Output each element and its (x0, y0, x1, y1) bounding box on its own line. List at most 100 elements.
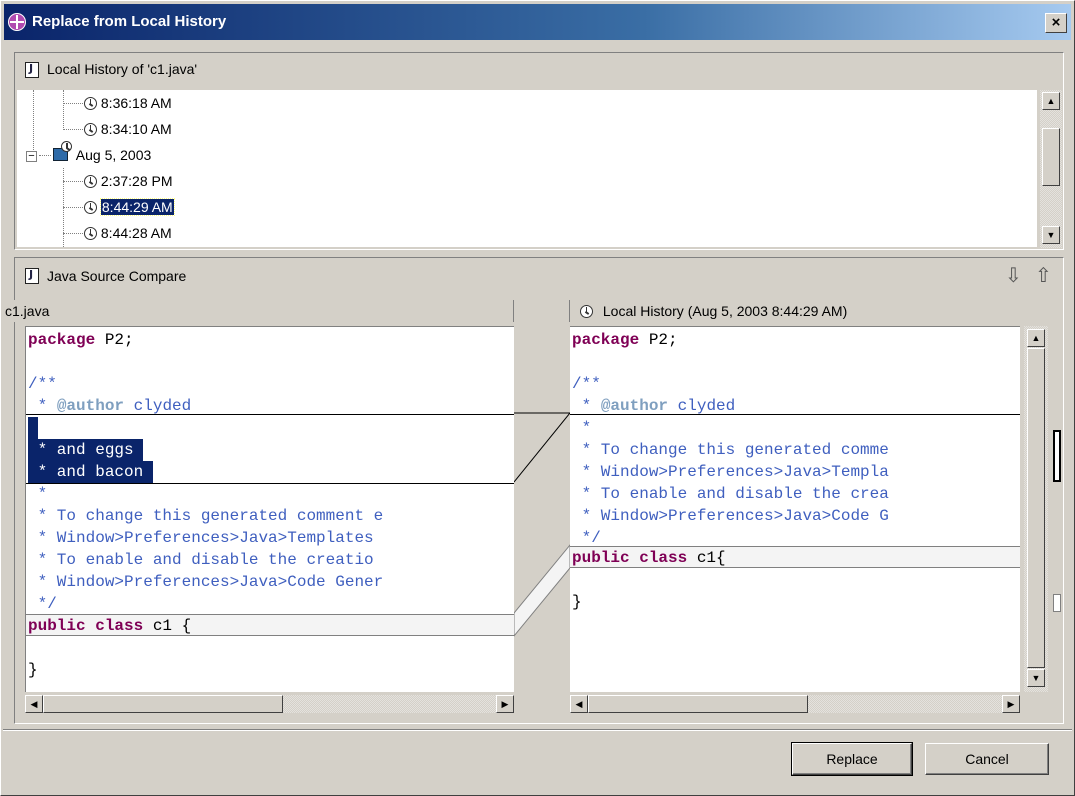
change-boundary (26, 414, 514, 415)
replace-button[interactable]: Replace (791, 742, 913, 776)
clock-icon (84, 97, 97, 110)
left-pane-title: c1.java (3, 300, 514, 322)
history-tree[interactable]: 8:36:18 AM 8:34:10 AM − Aug 5, 2003 2:37… (17, 90, 1037, 247)
scroll-up-button[interactable]: ▲ (1042, 92, 1060, 110)
compare-header: Java Source Compare ⇩ ⇧ (15, 259, 1063, 293)
code-line: * (28, 485, 48, 503)
next-difference-icon[interactable]: ⇩ (1005, 263, 1022, 288)
left-horizontal-scrollbar[interactable]: ◀ ▶ (25, 695, 514, 713)
clock-icon (84, 227, 97, 240)
keyword: package (572, 331, 640, 349)
right-code-pane[interactable]: package P2; /** * @author clyded * * To … (570, 326, 1020, 692)
compare-header-label: Java Source Compare (47, 268, 187, 284)
clock-icon (60, 141, 72, 152)
close-button[interactable]: × (1045, 13, 1067, 33)
tree-guide (63, 233, 83, 234)
dialog-window: Replace from Local History × Local Histo… (0, 0, 1075, 796)
scroll-thumb[interactable] (1027, 348, 1045, 668)
tree-guide (63, 129, 83, 130)
title-bar[interactable]: Replace from Local History × (4, 4, 1071, 40)
code-line: * To change this generated comment e (28, 507, 384, 525)
code-line: * To enable and disable the creatio (28, 551, 374, 569)
clock-icon (84, 201, 97, 214)
javadoc-tag: @author (56, 397, 125, 415)
code-text: P2; (95, 331, 134, 349)
keyword: package (28, 331, 96, 349)
code-line-changed: * and bacon (28, 461, 153, 483)
change-marker[interactable] (1053, 430, 1061, 482)
code-line: * To change this generated comme (572, 441, 889, 459)
code-line: * Window>Preferences>Java>Code Gener (28, 573, 384, 591)
code-line: package P2; (28, 329, 134, 351)
history-header-label: Local History of 'c1.java' (47, 61, 198, 77)
clock-icon (84, 175, 97, 188)
tree-guide (63, 181, 83, 182)
code-text: clyded (668, 397, 736, 415)
right-pane-title: Local History (Aug 5, 2003 8:44:29 AM) (602, 303, 848, 319)
right-horizontal-scrollbar[interactable]: ◀ ▶ (570, 695, 1020, 713)
code-line: */ (28, 595, 57, 613)
clock-icon (84, 123, 97, 136)
change-marker[interactable] (1053, 594, 1061, 612)
scroll-right-button[interactable]: ▶ (1002, 695, 1020, 713)
scroll-thumb[interactable] (588, 695, 808, 713)
left-code-pane[interactable]: package P2; /** * @author clyded * and e… (25, 326, 514, 692)
tree-guide (33, 90, 34, 150)
history-scrollbar[interactable]: ▲ ▼ (1040, 90, 1062, 248)
overview-ruler (1051, 326, 1063, 692)
code-text: * and eggs (28, 441, 144, 459)
history-item[interactable]: 2:37:28 PM (84, 168, 173, 194)
scroll-right-button[interactable]: ▶ (496, 695, 514, 713)
calendar-icon (52, 141, 72, 161)
separator (3, 729, 1072, 731)
history-item[interactable]: 8:44:28 AM (84, 220, 172, 246)
code-line-changed: * and eggs (28, 439, 144, 461)
clock-icon (580, 305, 593, 318)
scroll-left-button[interactable]: ◀ (570, 695, 588, 713)
history-item-selected[interactable]: 8:44:29 AM (84, 194, 175, 220)
history-item-label: Aug 5, 2003 (75, 147, 152, 163)
code-line: * Window>Preferences>Java>Templa (572, 463, 889, 481)
history-date-node[interactable]: − Aug 5, 2003 (26, 141, 152, 168)
code-line: * (572, 419, 592, 437)
code-line-changed (28, 417, 38, 439)
history-item[interactable]: 8:36:18 AM (84, 90, 172, 116)
cancel-button[interactable]: Cancel (925, 743, 1049, 775)
history-header: Local History of 'c1.java' (15, 53, 1063, 87)
scroll-down-button[interactable]: ▼ (1042, 226, 1060, 244)
tree-guide (63, 207, 83, 208)
tree-guide (63, 103, 83, 104)
window-title: Replace from Local History (32, 13, 227, 30)
change-boundary (26, 483, 514, 484)
history-item[interactable]: 8:34:10 AM (84, 116, 172, 142)
code-text: * and bacon (28, 463, 153, 481)
code-line: * To enable and disable the crea (572, 485, 889, 503)
diff-connector (514, 412, 570, 637)
collapse-toggle-icon[interactable]: − (26, 151, 37, 162)
code-text: * (28, 397, 57, 415)
code-line: * Window>Preferences>Java>Code G (572, 507, 889, 525)
previous-difference-icon[interactable]: ⇧ (1035, 263, 1052, 288)
history-item-label: 8:44:29 AM (99, 198, 175, 216)
history-item-label: 8:44:28 AM (100, 225, 172, 241)
code-line: package P2; (572, 329, 678, 351)
scroll-thumb[interactable] (43, 695, 283, 713)
code-line: * Window>Preferences>Java>Templates (28, 529, 374, 547)
scroll-thumb[interactable] (1042, 128, 1060, 186)
code-text: clyded (124, 397, 192, 415)
history-item-label: 2:37:28 PM (100, 173, 173, 189)
code-text: c1{ (687, 549, 726, 567)
tree-guide (63, 90, 64, 130)
eclipse-icon (8, 13, 26, 31)
code-text: P2; (639, 331, 678, 349)
code-line: /** (28, 375, 57, 393)
scroll-left-button[interactable]: ◀ (25, 695, 43, 713)
java-file-icon (25, 268, 39, 284)
code-line-changed: public class c1{ (570, 546, 1020, 568)
right-pane-scrollbar[interactable]: ▲ ▼ (1024, 326, 1048, 692)
scroll-down-button[interactable]: ▼ (1027, 669, 1045, 687)
change-boundary (570, 414, 1020, 415)
right-pane-header: Local History (Aug 5, 2003 8:44:29 AM) (570, 300, 1050, 322)
java-file-icon (25, 62, 39, 78)
scroll-up-button[interactable]: ▲ (1027, 329, 1045, 347)
